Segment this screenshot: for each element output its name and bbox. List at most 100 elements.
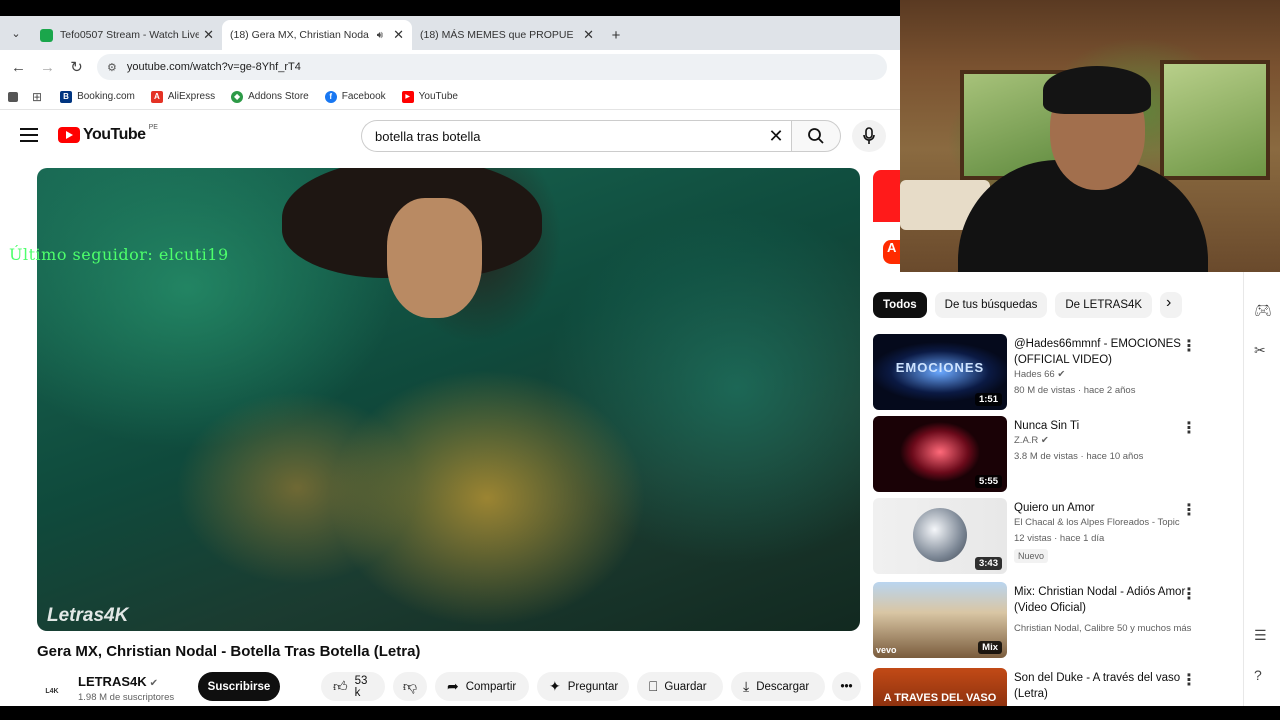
tab-strip: ⌄ Tefo0507 Stream - Watch Live o ✕ (18) … [0,16,900,143]
video-frame-face [387,198,482,318]
rec-title: Mix: Christian Nodal - Adiós Amor (Video… [1014,586,1186,614]
chip-from-channel[interactable]: De LETRAS4K [1055,292,1153,318]
app-square-icon[interactable] [8,91,18,102]
channel-name-row[interactable]: LETRAS4K ✔ [78,674,158,689]
more-actions-icon[interactable]: ••• [832,672,861,701]
tab-youtube-active[interactable]: (18) Gera MX, Christian Noda 🔊︎ ✕ [222,20,412,143]
related-filter-chips: Todos De tus búsquedas De LETRAS4K [873,292,1193,318]
video-thumbnail[interactable]: A TRAVES DEL VASO [873,668,1007,706]
video-thumbnail[interactable]: EMOCIONES 1:51 [873,334,1007,410]
vevo-logo: vevo [876,645,897,655]
chip-from-searches[interactable]: De tus búsquedas [934,292,1048,318]
save-label: Guardar [664,680,707,693]
chevron-right-icon[interactable]: › [1166,294,1171,312]
rec-channel-row: Hades 66 ✔ [1014,369,1065,380]
tab-youtube-memes[interactable]: (18) MÁS MEMES que PROPUE ✕ [412,20,602,143]
new-tab-icon[interactable]: + [602,20,630,50]
save-button[interactable]: ⎕ Guardar [637,672,723,701]
speaker-icon[interactable]: 🔊︎ [377,30,383,41]
download-label: Descargar [756,680,810,693]
cam-window-right [1160,60,1270,180]
url-text: youtube.com/watch?v=ge-8Yhf_rT4 [126,61,301,73]
tab-close-icon[interactable]: ✕ [583,27,594,43]
more-options-icon[interactable]: ⋮ [1181,670,1197,690]
download-button[interactable]: ⤓ Descargar [731,672,825,701]
tab-search-chevron-icon[interactable]: ⌄ [0,16,32,50]
tab-close-icon[interactable]: ✕ [203,27,214,43]
search-input[interactable]: botella tras botella ✕ [361,120,791,152]
list-item[interactable]: EMOCIONES 1:51 @Hades66mmnf - EMOCIONES … [873,334,1203,410]
reload-icon[interactable]: ↻ [62,50,91,84]
thumbnail-text: A TRAVES DEL VASO [883,692,997,704]
video-thumbnail[interactable]: 3:43 [873,498,1007,574]
video-title: Gera MX, Christian Nodal - Botella Tras … [37,643,421,660]
omnibox[interactable]: ⚙ youtube.com/watch?v=ge-8Yhf_rT4 [97,54,887,80]
bookmark-icon: ⎕ [649,678,658,694]
help-icon[interactable]: ? [1254,667,1262,683]
subscribe-button[interactable]: Suscribirse [198,672,280,701]
youtube-play-icon [58,127,80,143]
duration-badge: 3:43 [974,557,1002,570]
bookmark-addons[interactable]: ◆ Addons Store [231,90,309,103]
thumbs-down-icon: 👎︎ [402,678,418,694]
bookmark-youtube[interactable]: ▶ YouTube [401,90,458,103]
youtube-icon: ▶ [401,90,414,103]
dislike-button[interactable]: 👎︎ [393,672,427,701]
video-owner-row: L4K LETRAS4K ✔ 1.98 M de suscriptores Sus… [37,672,867,706]
player-watermark: Letras4K [47,605,129,626]
list-item[interactable]: 3:43 Quiero un Amor El Chacal & los Alpe… [873,498,1203,574]
share-button[interactable]: ➦ Compartir [435,672,529,701]
kick-icon [40,28,53,42]
bookmark-aliexpress[interactable]: A AliExpress [150,90,215,103]
video-thumbnail[interactable]: vevo Mix [873,582,1007,658]
rec-title: Son del Duke - A través del vaso (Letra) [1014,672,1181,700]
like-button[interactable]: 👍︎ 53 k [321,672,385,701]
more-options-icon[interactable]: ⋮ [1181,418,1197,438]
logo-text: YouTube [83,126,146,143]
masthead: YouTube PE botella tras botella ✕ [0,110,900,162]
tools-icon[interactable]: ✂ [1254,342,1266,359]
clear-search-icon[interactable]: ✕ [761,126,791,147]
gamepad-icon[interactable]: 🎮︎ [1254,302,1272,319]
video-player[interactable]: Letras4K [37,168,860,631]
youtube-logo[interactable]: YouTube PE [58,123,158,144]
tab-close-icon[interactable]: ✕ [393,27,404,43]
more-options-icon[interactable]: ⋮ [1181,584,1197,604]
ask-label: Preguntar [567,680,619,693]
more-options-icon[interactable]: ⋮ [1181,500,1197,520]
rec-channel: Christian Nodal, Calibre 50 y muchos más [1014,623,1192,634]
sparkle-icon: ✦ [549,678,561,694]
share-icon: ➦ [447,678,459,694]
subscriber-count: 1.98 M de suscriptores [78,692,175,703]
list-item[interactable]: A TRAVES DEL VASO Son del Duke - A travé… [873,668,1203,706]
screen-top-bar [0,0,900,16]
chip-all[interactable]: Todos [873,292,927,318]
tab-kick[interactable]: Tefo0507 Stream - Watch Live o ✕ [32,20,222,50]
search-icon [808,128,824,144]
sliders-icon[interactable]: ☰ [1254,627,1267,644]
duration-badge: 5:55 [974,475,1002,488]
bookmark-label: Facebook [341,91,386,102]
tab-title: Tefo0507 Stream - Watch Live o [60,29,200,41]
voice-search-button[interactable] [852,120,886,152]
video-thumbnail[interactable]: 5:55 [873,416,1007,492]
bookmark-label: YouTube [418,91,458,102]
site-info-icon[interactable]: ⚙ [107,61,117,74]
list-item[interactable]: vevo Mix Mix: Christian Nodal - Adiós Am… [873,582,1203,658]
country-code: PE [148,123,158,131]
verified-icon: ✔ [1040,435,1049,446]
menu-icon[interactable] [20,128,38,142]
forward-icon[interactable]: → [33,50,62,84]
sidebar-ad-edge[interactable]: A [873,170,900,278]
bookmark-facebook[interactable]: f Facebook [324,90,386,103]
rec-meta: 3.8 M de vistas · hace 10 años [1014,451,1144,462]
bookmark-booking[interactable]: B Booking.com [60,90,135,103]
apps-grid-icon[interactable]: ⊞ [32,90,42,104]
back-icon[interactable]: ← [4,50,33,84]
ask-button[interactable]: ✦ Preguntar [537,672,629,701]
list-item[interactable]: 5:55 Nunca Sin Ti Z.A.R ✔ 3.8 M de vista… [873,416,1203,492]
more-options-icon[interactable]: ⋮ [1181,336,1197,356]
verified-icon: ✔ [1057,369,1066,380]
search-button[interactable] [791,120,841,152]
channel-avatar[interactable]: L4K [37,676,67,706]
